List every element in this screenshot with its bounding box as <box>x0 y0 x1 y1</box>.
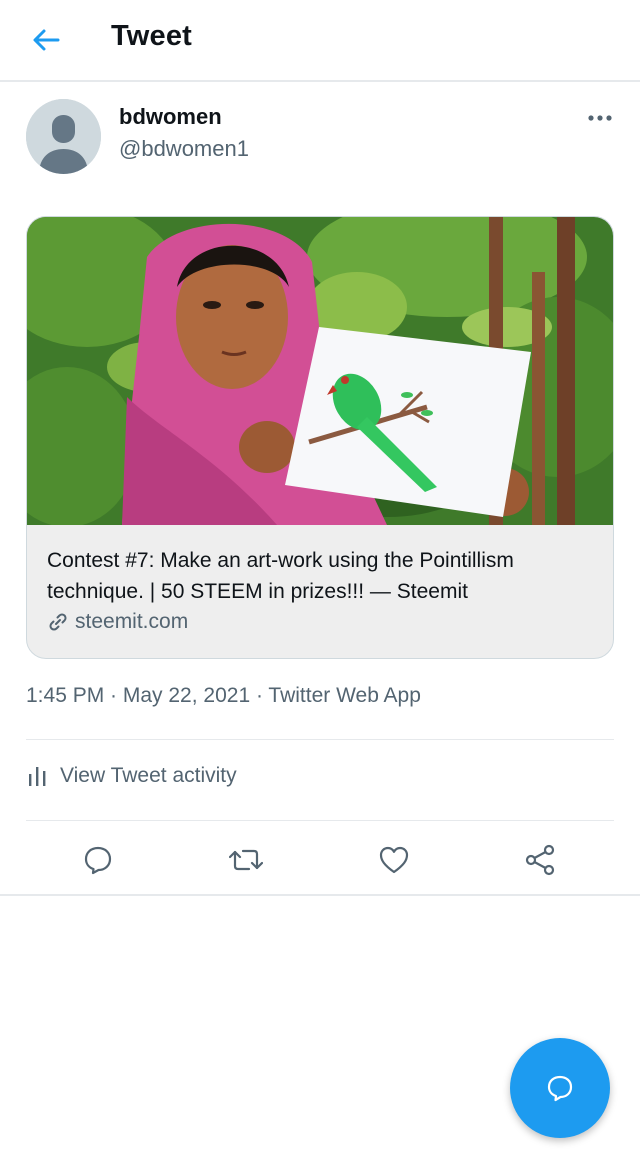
link-preview-card[interactable]: Contest #7: Make an art-work using the P… <box>26 216 614 659</box>
share-icon <box>525 844 555 876</box>
card-title: Contest #7: Make an art-work using the P… <box>47 549 514 603</box>
reply-fab-button[interactable] <box>510 1038 610 1138</box>
divider <box>26 820 614 821</box>
tweet-timestamp: 1:45 PM · May 22, 2021 · Twitter Web App <box>26 684 421 707</box>
card-domain-text: steemit.com <box>75 610 189 633</box>
back-button[interactable] <box>28 22 64 58</box>
divider <box>26 739 614 740</box>
reply-icon <box>84 846 112 875</box>
retweet-button[interactable] <box>228 842 264 878</box>
display-name[interactable]: bdwomen <box>119 104 222 130</box>
avatar[interactable] <box>26 99 101 174</box>
compose-reply-icon <box>547 1075 573 1102</box>
page-title: Tweet <box>111 20 193 52</box>
default-avatar-icon <box>26 99 101 174</box>
more-options-button[interactable] <box>582 106 618 130</box>
user-handle[interactable]: @bdwomen1 <box>119 136 249 162</box>
like-icon <box>379 846 409 874</box>
bar-chart-icon <box>29 767 46 786</box>
reply-button[interactable] <box>80 842 116 878</box>
top-bar: Tweet <box>0 0 640 82</box>
tweet-actions-bar <box>0 822 640 896</box>
like-button[interactable] <box>376 842 412 878</box>
link-icon <box>49 613 67 631</box>
share-button[interactable] <box>522 842 558 878</box>
view-tweet-activity-label: View Tweet activity <box>60 764 237 787</box>
arrow-left-icon <box>33 29 60 51</box>
retweet-icon <box>229 849 263 871</box>
card-image <box>27 217 613 525</box>
view-tweet-activity[interactable]: View Tweet activity <box>26 764 237 788</box>
card-domain: steemit.com <box>47 610 188 634</box>
more-dots-icon <box>588 115 612 121</box>
